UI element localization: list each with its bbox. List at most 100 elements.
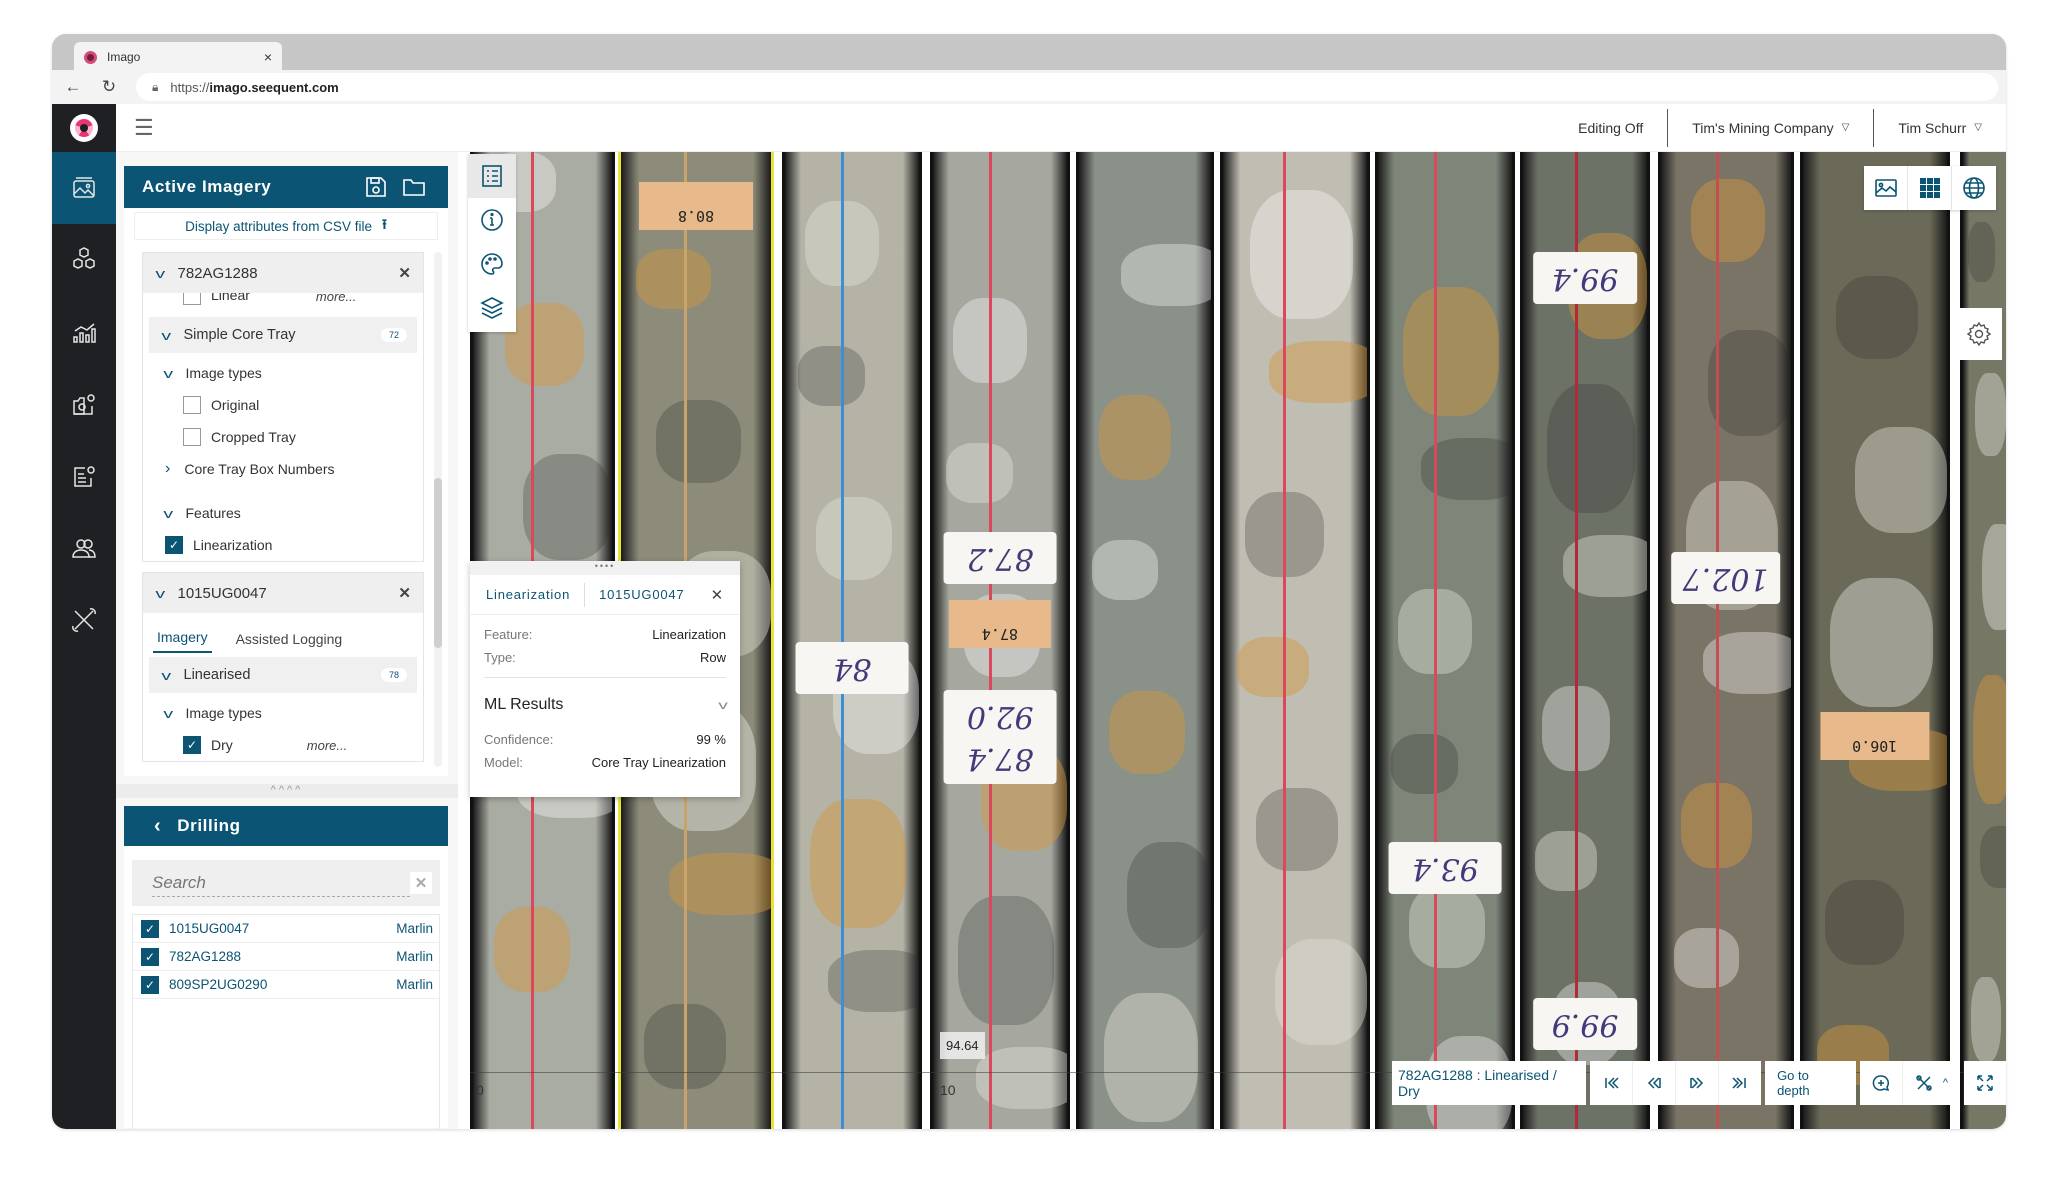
rock-fragment — [1250, 190, 1353, 319]
back-icon[interactable]: ← — [58, 77, 88, 97]
collection-header[interactable]: v Simple Core Tray 72 — [149, 317, 417, 353]
nav-imagery[interactable] — [52, 152, 116, 224]
confidence-row: Confidence: 99 % — [470, 728, 740, 751]
drilling-panel: ‹ Drilling ✕ ✓ 1015UG0047 Marlin ✓ 782AG — [124, 806, 448, 1129]
clear-search-icon[interactable]: ✕ — [410, 872, 432, 894]
url-field[interactable]: 🔒︎ https://imago.seequent.com — [136, 73, 1998, 101]
image-view-button[interactable] — [1864, 166, 1908, 210]
search-input[interactable] — [152, 869, 410, 897]
list-check-button[interactable] — [468, 154, 516, 198]
csv-attributes-link[interactable]: Display attributes from CSV file ⭱ — [134, 212, 438, 240]
nav-list-settings[interactable] — [52, 440, 116, 512]
rock-fragment — [1109, 691, 1185, 774]
editing-toggle[interactable]: Editing Off — [1554, 112, 1667, 144]
imagery-icon — [73, 177, 95, 198]
image-types-header[interactable]: v Image types — [143, 697, 423, 729]
more-link[interactable]: more... — [316, 293, 356, 304]
scrollbar[interactable] — [434, 252, 442, 767]
hamburger-menu-icon[interactable]: ☰ — [134, 115, 154, 141]
go-to-depth-button[interactable]: Go to depth — [1765, 1061, 1856, 1105]
nav-analytics[interactable] — [52, 296, 116, 368]
nav-users[interactable] — [52, 512, 116, 584]
core-column[interactable]: 93.4 — [1375, 152, 1515, 1129]
user-dropdown[interactable]: Tim Schurr ▽ — [1874, 112, 2006, 144]
popup-hole-tab[interactable]: 1015UG0047 — [599, 587, 684, 602]
box-numbers-header[interactable]: › Core Tray Box Numbers — [143, 453, 423, 485]
features-header[interactable]: v Features — [143, 497, 423, 529]
nav-blocks[interactable] — [52, 224, 116, 296]
original-checkbox[interactable] — [183, 396, 201, 414]
drillhole-checkbox[interactable]: ✓ — [141, 947, 159, 966]
fast-forward-icon — [1690, 1077, 1704, 1089]
hole-group-header[interactable]: v 782AG1288 ✕ — [143, 253, 423, 293]
last-button[interactable] — [1719, 1061, 1761, 1105]
drillhole-checkbox[interactable]: ✓ — [141, 975, 159, 994]
save-icon[interactable] — [364, 176, 388, 198]
layers-button[interactable] — [468, 286, 516, 330]
tools-menu-button[interactable]: ^ — [1903, 1061, 1960, 1105]
scrollbar-thumb[interactable] — [434, 478, 442, 648]
drillhole-row[interactable]: ✓ 809SP2UG0290 Marlin — [133, 971, 439, 999]
drilling-title: Drilling — [177, 816, 241, 835]
type-row: Type: Row — [470, 646, 740, 669]
ml-results-header[interactable]: ML Results v — [470, 688, 740, 722]
tab-assisted-logging[interactable]: Assisted Logging — [232, 631, 347, 653]
rock-fragment — [1973, 675, 2006, 804]
collection-header[interactable]: v Linearised 78 — [149, 657, 417, 693]
checkbox[interactable] — [183, 293, 201, 305]
info-button[interactable] — [468, 198, 516, 242]
nav-camera-settings[interactable] — [52, 368, 116, 440]
tab-close-icon[interactable]: × — [264, 49, 272, 65]
core-column[interactable] — [1220, 152, 1370, 1129]
previous-button[interactable] — [1633, 1061, 1677, 1105]
core-column[interactable]: 99.4 99.9 — [1520, 152, 1650, 1129]
rock-fragment — [1971, 977, 2001, 1062]
tab-strip: Imago × — [52, 34, 2006, 72]
settings-button[interactable] — [1956, 308, 2002, 360]
hole-group-header[interactable]: v 1015UG0047 ✕ — [143, 573, 423, 613]
folder-icon[interactable] — [402, 176, 426, 198]
first-button[interactable] — [1590, 1061, 1634, 1105]
browser-tab[interactable]: Imago × — [74, 42, 282, 72]
core-column[interactable] — [1960, 152, 2006, 1129]
core-column[interactable] — [1076, 152, 1214, 1129]
next-button[interactable] — [1676, 1061, 1720, 1105]
url-prefix: https:// — [170, 79, 210, 95]
more-link[interactable]: more... — [307, 738, 347, 753]
image-types-header[interactable]: v Image types — [143, 357, 423, 389]
rock-fragment — [1126, 842, 1211, 948]
globe-view-button[interactable] — [1952, 166, 1996, 210]
popup-drag-handle[interactable]: •••• — [470, 561, 740, 575]
drillhole-id: 1015UG0047 — [169, 921, 250, 936]
popup-feature-tab[interactable]: Linearization — [486, 587, 570, 602]
company-dropdown[interactable]: Tim's Mining Company ▽ — [1668, 112, 1873, 144]
hole-name: 782AG1288 — [177, 264, 258, 282]
linearization-checkbox[interactable]: ✓ — [165, 536, 183, 554]
tab-imagery[interactable]: Imagery — [153, 629, 212, 653]
core-column[interactable]: 106.0 — [1800, 152, 1950, 1129]
run-tag: 87.4 — [949, 600, 1051, 648]
add-comment-button[interactable] — [1860, 1061, 1903, 1105]
core-column[interactable]: 84 — [782, 152, 922, 1129]
dry-checkbox[interactable]: ✓ — [183, 736, 201, 754]
cropped-tray-checkbox[interactable] — [183, 428, 201, 446]
remove-hole-icon[interactable]: ✕ — [398, 264, 411, 282]
reload-icon[interactable]: ↻ — [94, 77, 124, 97]
chevron-up-icon: ^ — [1942, 1077, 1948, 1089]
remove-hole-icon[interactable]: ✕ — [398, 584, 411, 602]
drillhole-checkbox[interactable]: ✓ — [141, 919, 159, 938]
core-column[interactable]: 87.2 87.4 92.0 87.4 — [930, 152, 1070, 1129]
rock-fragment — [655, 400, 741, 483]
users-icon — [72, 539, 96, 558]
drillhole-row[interactable]: ✓ 782AG1288 Marlin — [133, 943, 439, 971]
panel-resize-handle[interactable]: ^^^^ — [116, 784, 458, 798]
imago-logo[interactable] — [52, 104, 116, 152]
drillhole-row[interactable]: ✓ 1015UG0047 Marlin — [133, 915, 439, 943]
back-chevron-icon[interactable]: ‹ — [154, 815, 161, 838]
close-icon[interactable]: ✕ — [711, 586, 724, 604]
nav-tools[interactable] — [52, 584, 116, 656]
fullscreen-button[interactable] — [1964, 1061, 2006, 1105]
grid-view-button[interactable] — [1908, 166, 1952, 210]
core-column[interactable]: 102.7 — [1658, 152, 1794, 1129]
palette-button[interactable] — [468, 242, 516, 286]
